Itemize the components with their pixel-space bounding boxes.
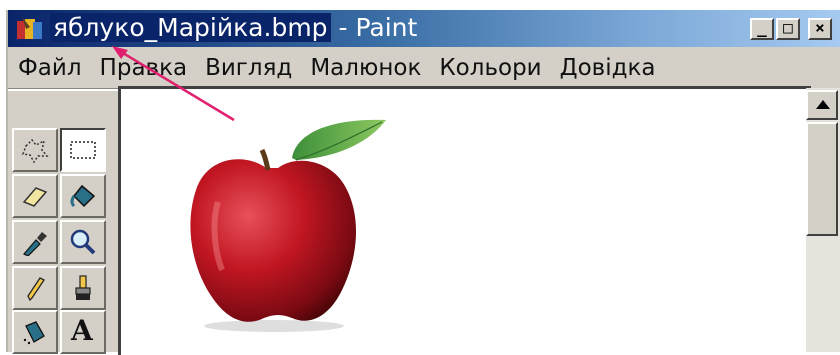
- brush-tool[interactable]: [60, 266, 106, 310]
- eraser-icon: [22, 187, 48, 207]
- title-bar[interactable]: яблуко_Марійка.bmp - Paint _ □ ×: [8, 10, 840, 47]
- fill-bucket-icon: [70, 184, 96, 208]
- red-apple-image: [190, 119, 386, 332]
- magnifier-tool[interactable]: [60, 220, 106, 264]
- menu-bar: Файл Правка Вигляд Малюнок Кольори Довід…: [8, 50, 840, 86]
- toolbox: A: [8, 110, 112, 354]
- maximize-button[interactable]: □: [776, 18, 800, 40]
- free-form-select-icon: [21, 138, 49, 164]
- brush-icon: [75, 275, 91, 300]
- text-icon: A: [71, 314, 93, 347]
- menu-image[interactable]: Малюнок: [301, 55, 430, 81]
- file-name: яблуко_Марійка.bmp: [50, 13, 331, 42]
- color-picker-tool[interactable]: [12, 220, 58, 264]
- window-title: яблуко_Марійка.bmp - Paint: [50, 13, 417, 43]
- airbrush-icon: [23, 321, 45, 345]
- text-tool[interactable]: A: [60, 310, 106, 354]
- free-form-select-tool[interactable]: [12, 128, 58, 172]
- magnifier-icon: [70, 229, 96, 255]
- pencil-tool[interactable]: [12, 266, 58, 310]
- menu-file[interactable]: Файл: [8, 55, 91, 81]
- close-button[interactable]: ×: [808, 18, 832, 40]
- menu-view[interactable]: Вигляд: [196, 55, 301, 81]
- scroll-thumb[interactable]: [806, 122, 838, 236]
- menu-help[interactable]: Довідка: [551, 55, 665, 81]
- menu-edit[interactable]: Правка: [91, 55, 197, 81]
- select-tool[interactable]: [60, 128, 106, 172]
- menu-colors[interactable]: Кольори: [430, 55, 550, 81]
- color-picker-icon: [23, 232, 47, 256]
- fill-bucket-tool[interactable]: [60, 174, 106, 218]
- paint-app-icon[interactable]: [16, 17, 44, 41]
- select-icon: [70, 141, 96, 159]
- eraser-tool[interactable]: [12, 174, 58, 218]
- minimize-button[interactable]: _: [750, 18, 774, 40]
- scroll-up-button[interactable]: [806, 90, 838, 120]
- pencil-icon: [27, 277, 45, 302]
- airbrush-tool[interactable]: [12, 310, 58, 354]
- app-name: - Paint: [330, 13, 418, 42]
